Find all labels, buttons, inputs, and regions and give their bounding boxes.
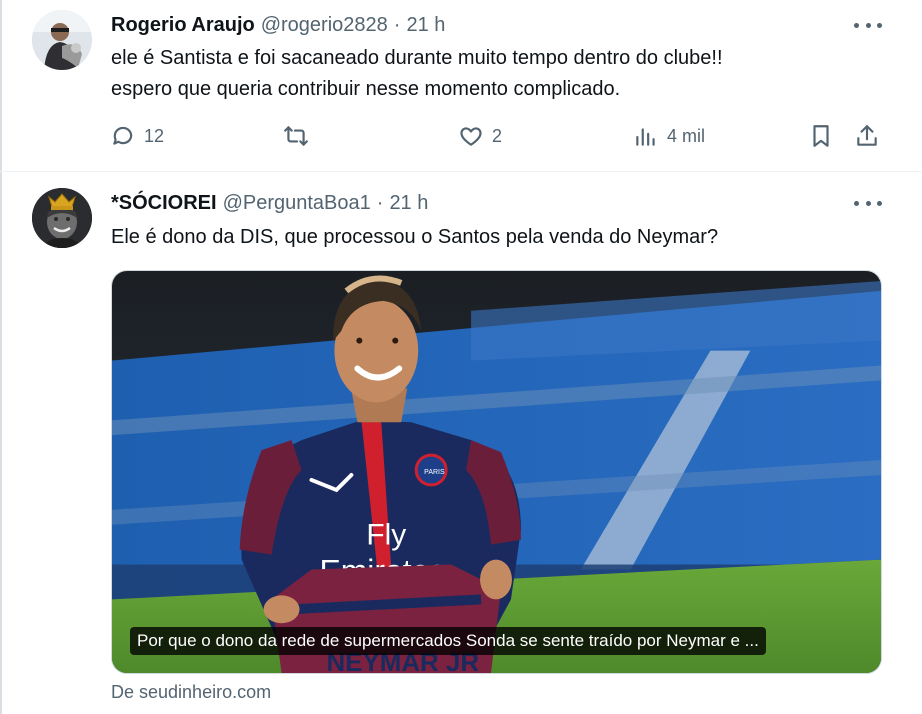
separator: · [393, 13, 401, 36]
share-button[interactable] [854, 120, 880, 152]
player-photo: Fly Emirates PARIS NEYMAR JR [112, 271, 881, 673]
tweet-text: Ele é dono da DIS, que processou o Santo… [111, 222, 891, 253]
timestamp[interactable]: 21 h [389, 192, 428, 215]
tweet-header: Rogerio Araujo @rogerio2828 · 21 h [111, 12, 445, 38]
reply-button[interactable]: 12 [110, 120, 164, 152]
tweet-text-line: Ele é dono da DIS, que processou o Santo… [111, 226, 719, 248]
more-icon[interactable] [854, 193, 882, 213]
like-button[interactable]: 2 [458, 120, 502, 152]
separator: · [376, 191, 384, 214]
tweet-sociorei[interactable]: *SÓCIOREI @PerguntaBoa1 · 21 h Ele é don… [0, 172, 922, 714]
tweet-rogerio[interactable]: Rogerio Araujo @rogerio2828 · 21 h ele é… [0, 0, 922, 172]
club-badge-text: PARIS [424, 469, 445, 476]
reply-count: 12 [144, 125, 165, 146]
retweet-button[interactable] [283, 120, 317, 152]
tweet-text-line: ele é Santista e foi sacaneado durante m… [111, 47, 723, 69]
views-icon [636, 128, 655, 146]
views-button[interactable]: 4 mil [633, 120, 705, 152]
view-count: 4 mil [667, 125, 706, 146]
link-card-image[interactable]: Fly Emirates PARIS NEYMAR JR Por que o d… [111, 270, 882, 674]
bookmark-button[interactable] [808, 120, 834, 152]
jersey-sponsor-line1: Fly [366, 519, 406, 552]
link-source[interactable]: De seudinheiro.com [111, 682, 271, 703]
share-icon [857, 125, 877, 146]
like-count: 2 [492, 125, 503, 146]
timestamp[interactable]: 21 h [406, 14, 445, 37]
reply-icon [113, 126, 133, 145]
user-handle[interactable]: @PerguntaBoa1 [223, 192, 371, 215]
user-handle[interactable]: @rogerio2828 [261, 14, 388, 37]
more-icon[interactable] [854, 15, 882, 35]
avatar[interactable] [32, 188, 92, 248]
avatar[interactable] [32, 10, 92, 70]
tweet-header: *SÓCIOREI @PerguntaBoa1 · 21 h [111, 190, 428, 216]
tweet-text: ele é Santista e foi sacaneado durante m… [111, 43, 891, 105]
display-name[interactable]: Rogerio Araujo [111, 14, 255, 37]
action-bar: 12 2 4 mil [108, 120, 883, 152]
tweet-text-line: espero que queria contribuir nesse momen… [111, 78, 621, 100]
link-card-caption: Por que o dono da rede de supermercados … [130, 627, 766, 655]
retweet-icon [284, 126, 308, 146]
bookmark-icon [813, 125, 829, 147]
like-icon [460, 127, 482, 146]
display-name[interactable]: *SÓCIOREI [111, 192, 217, 215]
